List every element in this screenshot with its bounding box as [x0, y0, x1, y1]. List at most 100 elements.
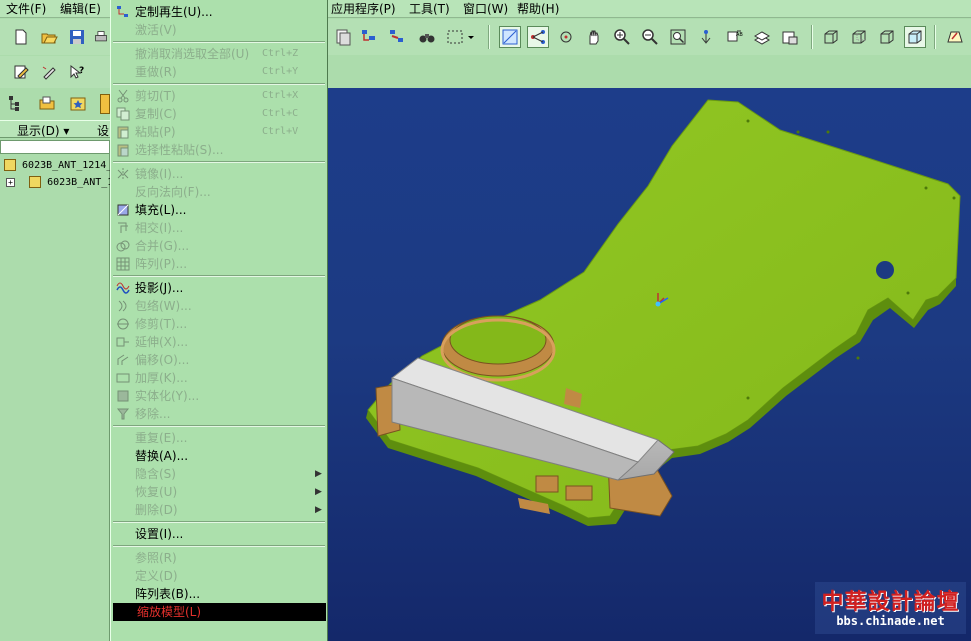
spin-center-icon[interactable]	[555, 26, 577, 48]
graphics-viewport[interactable]	[328, 88, 971, 641]
regenerate-icon	[116, 5, 130, 19]
menu-item-label: 合并(G)...	[135, 239, 190, 253]
edit-menu-item[interactable]: 填充(L)...	[111, 201, 327, 219]
menu-item-label: 选择性粘贴(S)...	[135, 143, 224, 157]
edit-menu-item: 实体化(Y)...	[111, 387, 327, 405]
wireframe-icon[interactable]	[820, 26, 842, 48]
binoculars-icon[interactable]	[416, 26, 438, 48]
menu-item-label: 偏移(O)...	[135, 353, 190, 367]
main-toolbar: AB	[328, 19, 971, 55]
show-button[interactable]: 显示(D) ▾	[17, 122, 69, 139]
selection-box-icon[interactable]	[444, 26, 478, 48]
menu-edit[interactable]: 编辑(E)	[60, 1, 101, 17]
menu-separator	[113, 41, 325, 43]
model-tree-tab-icon[interactable]	[5, 92, 27, 114]
edit-menu-item: 合并(G)...	[111, 237, 327, 255]
regen-tool-icon[interactable]	[332, 26, 354, 48]
refit-icon[interactable]	[667, 26, 689, 48]
file-toolbar	[0, 19, 110, 55]
edit-toolbar: ?	[0, 56, 110, 88]
edit-menu-item[interactable]: 定制再生(U)...	[111, 3, 327, 21]
edit-menu-item[interactable]: 设置(I)...	[111, 525, 327, 543]
edit-menu-item[interactable]: 替换(A)...	[111, 447, 327, 465]
scissors-icon	[116, 89, 130, 103]
menu-separator	[113, 545, 325, 547]
open-folder-icon[interactable]	[38, 26, 60, 48]
zoom-in-icon[interactable]	[611, 26, 633, 48]
edit-menu-item[interactable]: 投影(J)...	[111, 279, 327, 297]
tab-overflow[interactable]	[100, 94, 110, 114]
menu-separator	[113, 521, 325, 523]
menu-window[interactable]: 窗口(W)	[463, 1, 508, 17]
mirror-icon	[116, 167, 130, 181]
tree-filter-field[interactable]	[0, 140, 110, 154]
context-help-icon[interactable]: ?	[66, 61, 88, 83]
menu-item-label: 修剪(T)...	[135, 317, 188, 331]
menu-item-label: 重复(E)...	[135, 431, 188, 445]
edit-menu-item: 删除(D) ▶	[111, 501, 327, 519]
edit-menu-item[interactable]: 阵列表(B)...	[111, 585, 327, 603]
saved-views-icon[interactable]: AB	[723, 26, 745, 48]
folder-browser-tab-icon[interactable]	[36, 92, 58, 114]
edit-note-icon[interactable]	[10, 61, 32, 83]
svg-text:?: ?	[79, 66, 84, 76]
menu-item-label: 删除(D)	[135, 503, 178, 517]
settings-button[interactable]: 设	[97, 122, 109, 139]
model-tree-tool-icon[interactable]	[358, 26, 380, 48]
remove-icon	[116, 407, 130, 421]
merge-icon	[116, 239, 130, 253]
menu-applications[interactable]: 应用程序(P)	[331, 1, 396, 17]
navigator-tabs	[0, 88, 110, 120]
menu-item-label: 撤消取消选取全部(U)	[135, 47, 250, 61]
fill-icon	[116, 203, 130, 217]
part-icon	[29, 176, 42, 188]
edit-menu-item: 相交(I)...	[111, 219, 327, 237]
edit-menu-item: 加厚(K)...	[111, 369, 327, 387]
tree-child-item[interactable]: + 6023B_ANT_1	[6, 176, 113, 192]
hidden-line-icon[interactable]	[848, 26, 870, 48]
layers-icon[interactable]	[751, 26, 773, 48]
tree-root-label: 6023B_ANT_1214_	[22, 160, 113, 171]
datum-display-icon[interactable]	[499, 26, 521, 48]
shading-icon[interactable]	[904, 26, 926, 48]
menu-tools[interactable]: 工具(T)	[409, 1, 450, 17]
edit-menu-item: 激活(V)	[111, 21, 327, 39]
sketch-icon[interactable]	[944, 26, 966, 48]
menu-item-label: 实体化(Y)...	[135, 389, 200, 403]
menu-separator	[113, 275, 325, 277]
pan-hand-icon[interactable]	[583, 26, 605, 48]
tree-root-item[interactable]: 6023B_ANT_1214_	[4, 159, 112, 175]
menu-separator	[113, 83, 325, 85]
mount-hole	[876, 261, 894, 279]
view-manager-icon[interactable]	[779, 26, 801, 48]
no-hidden-icon[interactable]	[876, 26, 898, 48]
edit-menu-item: 撤消取消选取全部(U) Ctrl+Z	[111, 45, 327, 63]
menu-file[interactable]: 文件(F)	[6, 1, 46, 17]
reorient-icon[interactable]	[695, 26, 717, 48]
regen-pencil-icon[interactable]	[38, 61, 60, 83]
print-icon[interactable]	[94, 26, 108, 48]
watermark-title: 中華設計論壇	[821, 589, 960, 615]
tree-header: 显示(D) ▾ 设	[0, 120, 110, 138]
zoom-out-icon[interactable]	[639, 26, 661, 48]
menu-item-shortcut: Ctrl+Y	[262, 66, 299, 77]
menu-item-label: 反向法向(F)...	[135, 185, 211, 199]
intersect-icon	[116, 221, 130, 235]
new-file-icon[interactable]	[10, 26, 32, 48]
edit-menu-item: 重复(E)...	[111, 429, 327, 447]
tree-child-label: 6023B_ANT_1	[47, 177, 114, 188]
menu-item-label: 加厚(K)...	[135, 371, 188, 385]
paste-special-icon	[116, 143, 130, 157]
menu-help[interactable]: 帮助(H)	[517, 1, 559, 17]
favorites-tab-icon[interactable]	[67, 92, 89, 114]
edit-menu-item[interactable]: 缩放模型(L)	[113, 603, 326, 621]
swap-tool-icon[interactable]	[386, 26, 408, 48]
edit-menu-item: 偏移(O)...	[111, 351, 327, 369]
edit-menu-item: 镜像(I)...	[111, 165, 327, 183]
menu-item-label: 参照(R)	[135, 551, 177, 565]
datum-axis-icon[interactable]	[527, 26, 549, 48]
save-icon[interactable]	[66, 26, 88, 48]
expand-icon[interactable]: +	[6, 177, 15, 187]
menu-separator	[113, 161, 325, 163]
menu-item-shortcut: Ctrl+C	[262, 108, 299, 119]
